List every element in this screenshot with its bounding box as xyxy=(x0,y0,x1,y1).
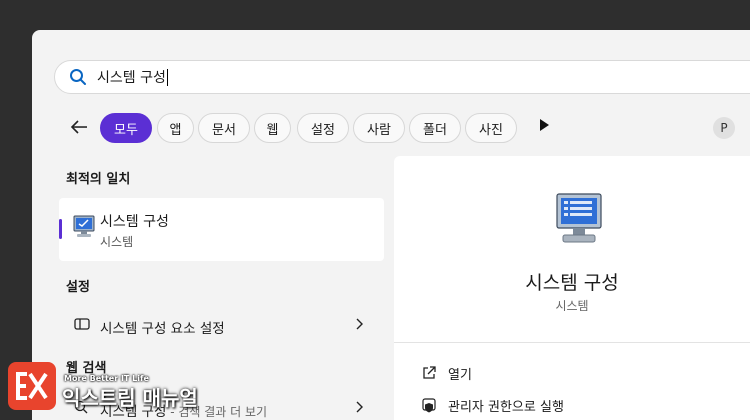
chevron-right-icon xyxy=(356,318,363,330)
open-action-label: 열기 xyxy=(448,367,472,383)
system-configuration-large-icon xyxy=(556,193,602,243)
best-match-item[interactable]: 시스템 구성 시스템 xyxy=(59,198,384,261)
filter-chip-web[interactable]: 웹 xyxy=(254,113,291,143)
watermark-title: 익스트림 매뉴얼 xyxy=(62,386,198,410)
detail-subtitle: 시스템 xyxy=(555,299,589,313)
open-external-icon xyxy=(423,366,436,379)
detail-divider xyxy=(394,342,750,343)
filter-chip-all[interactable]: 모두 xyxy=(100,113,152,143)
filter-chip-photos[interactable]: 사진 xyxy=(465,113,517,143)
settings-result-label: 시스템 구성 요소 설정 xyxy=(100,321,225,337)
filter-chip-folders[interactable]: 폴더 xyxy=(409,113,461,143)
search-input[interactable]: 시스템 구성 xyxy=(97,67,168,87)
site-watermark: More Better IT Life 익스트림 매뉴얼 xyxy=(8,360,208,420)
more-filters-play-icon[interactable] xyxy=(540,119,549,131)
filter-chip-settings[interactable]: 설정 xyxy=(297,113,349,143)
detail-title: 시스템 구성 xyxy=(525,272,619,294)
shield-icon xyxy=(422,397,436,412)
run-as-admin-action[interactable]: 관리자 권한으로 실행 xyxy=(422,394,564,416)
text-caret xyxy=(166,68,168,86)
search-input-value: 시스템 구성 xyxy=(97,70,166,86)
section-settings: 설정 xyxy=(66,280,90,295)
filter-chip-documents[interactable]: 문서 xyxy=(198,113,250,143)
settings-toggle-icon xyxy=(74,318,90,330)
chevron-right-icon xyxy=(356,401,363,413)
detail-pane: 시스템 구성 시스템 열기 관리자 권한으로 실행 xyxy=(394,156,750,420)
run-as-admin-label: 관리자 권한으로 실행 xyxy=(448,399,564,415)
system-configuration-app-icon xyxy=(73,215,95,237)
filter-bar: 모두 앱 문서 웹 설정 사람 폴더 사진 P xyxy=(32,110,750,144)
search-box[interactable]: 시스템 구성 xyxy=(54,60,750,94)
best-match-subtitle: 시스템 xyxy=(100,235,134,249)
best-match-title: 시스템 구성 xyxy=(100,214,169,230)
logo-x-mark-icon xyxy=(16,372,48,400)
open-action[interactable]: 열기 xyxy=(422,362,472,384)
extreme-manual-logo xyxy=(8,362,56,410)
search-icon xyxy=(70,69,86,85)
filter-chip-people[interactable]: 사람 xyxy=(353,113,405,143)
back-arrow-icon[interactable] xyxy=(68,116,90,138)
filter-chip-apps[interactable]: 앱 xyxy=(157,113,194,143)
section-best-match: 최적의 일치 xyxy=(66,172,131,187)
settings-result-item[interactable]: 시스템 구성 요소 설정 xyxy=(59,308,384,342)
selection-indicator xyxy=(59,219,62,239)
profile-avatar[interactable]: P xyxy=(713,117,735,139)
